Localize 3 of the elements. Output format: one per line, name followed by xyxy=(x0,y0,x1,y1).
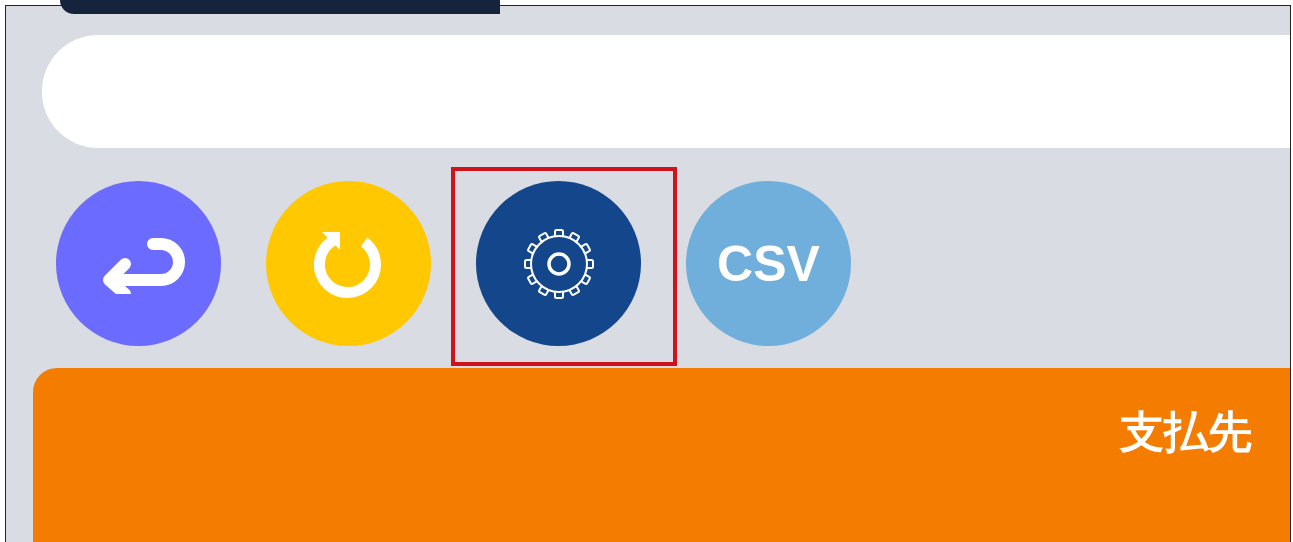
input-field[interactable] xyxy=(42,35,1290,148)
csv-button[interactable]: CSV xyxy=(686,181,851,346)
panel-title: 支払先 xyxy=(1120,410,1252,454)
